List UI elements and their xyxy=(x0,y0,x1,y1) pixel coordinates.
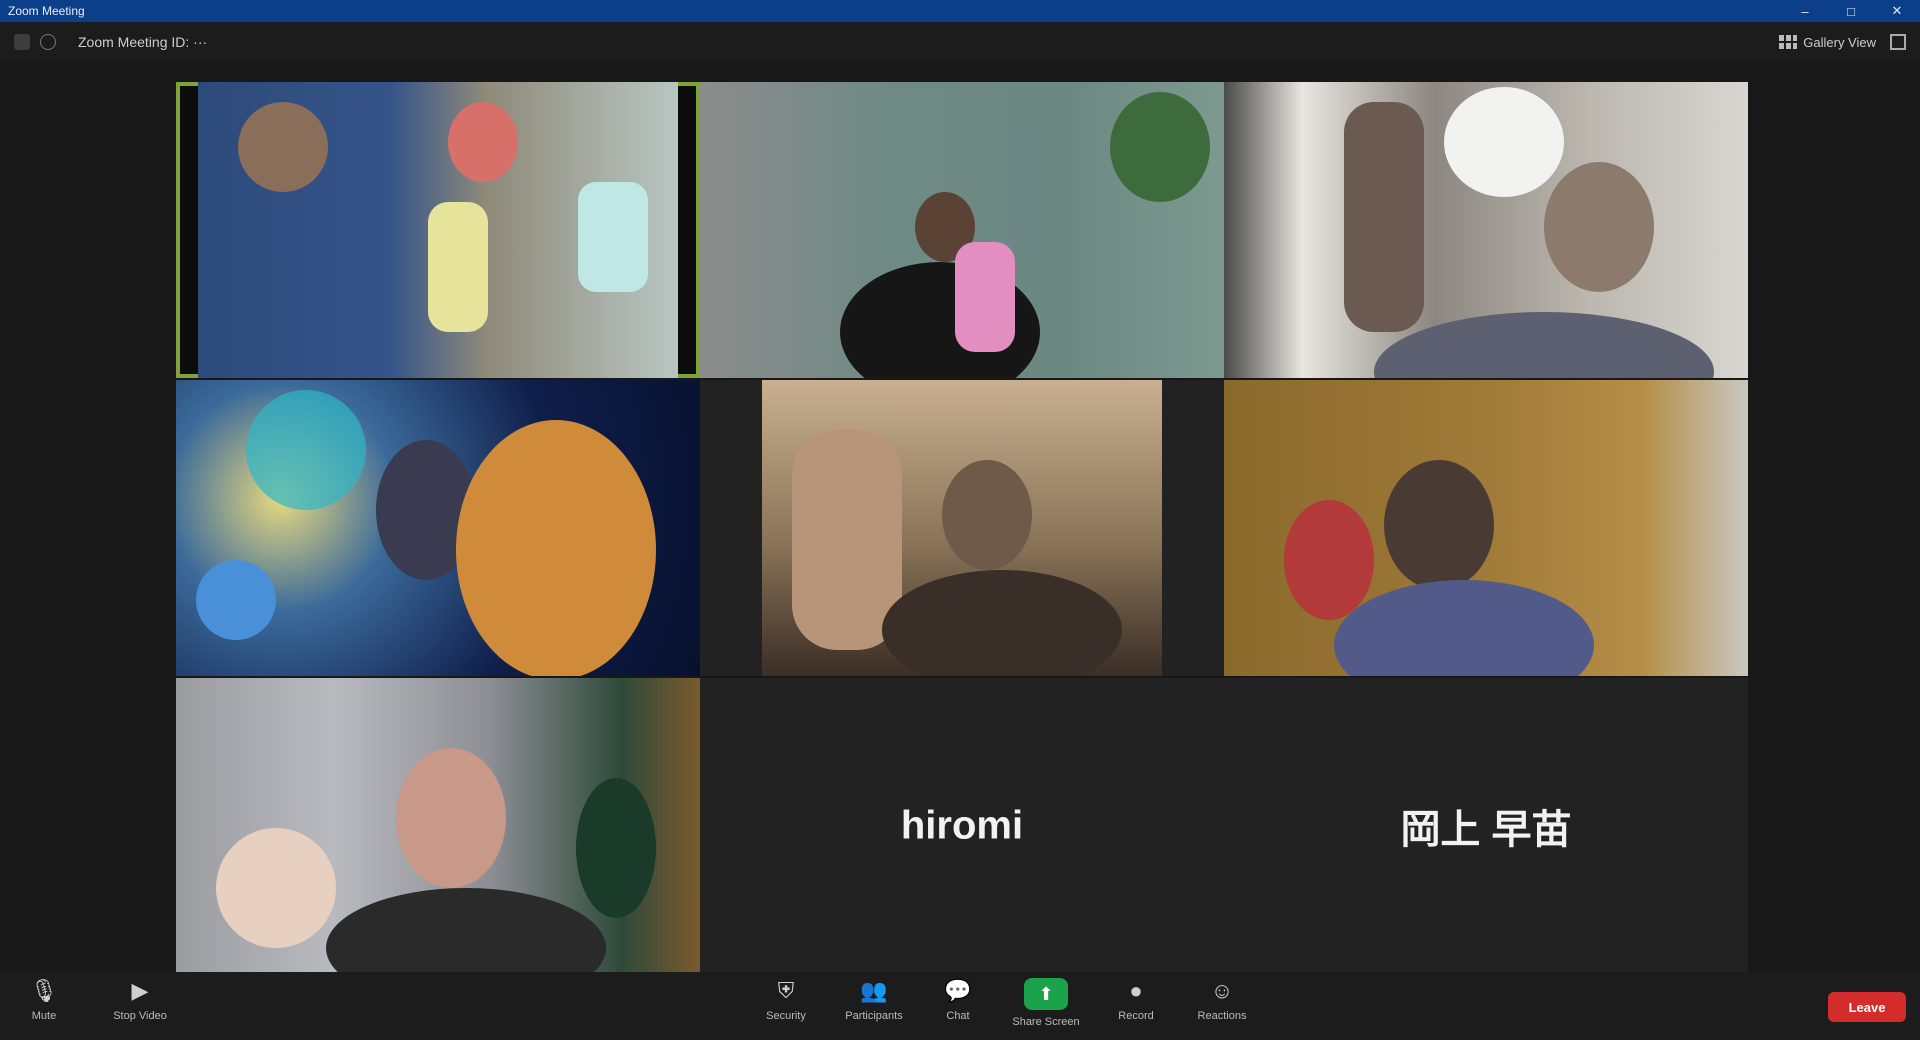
participant-video xyxy=(1224,82,1748,378)
participant-name-placeholder: 岡上 早苗 xyxy=(1400,808,1572,852)
record-label: Record xyxy=(1118,1010,1154,1022)
grid-view-icon xyxy=(1779,35,1798,49)
share-screen-label: Share Screen xyxy=(1012,1016,1080,1028)
participant-tile-video-off[interactable]: hiromi xyxy=(700,678,1224,974)
participant-tile[interactable] xyxy=(176,380,700,676)
meeting-controls-toolbar: 🎙 Mute ▶ Stop Video ⛨ Security 👥 Partici… xyxy=(0,972,1920,1040)
window-titlebar: Zoom Meeting – □ ✕ xyxy=(0,0,1920,22)
meeting-topbar: Zoom Meeting ID: ··· Gallery View xyxy=(0,22,1920,62)
participant-tile[interactable] xyxy=(1224,380,1748,676)
security-button[interactable]: ⛨ Security xyxy=(754,978,818,1036)
participant-tile[interactable] xyxy=(700,82,1224,378)
reactions-button[interactable]: ☺ Reactions xyxy=(1190,978,1254,1036)
mute-button[interactable]: 🎙 Mute xyxy=(12,978,76,1036)
chat-label: Chat xyxy=(946,1010,970,1022)
participant-name-placeholder: hiromi xyxy=(900,803,1024,848)
security-label: Security xyxy=(766,1010,806,1022)
participant-video xyxy=(198,82,678,378)
video-gallery: hiromi 岡上 早苗 xyxy=(0,62,1920,974)
participant-video xyxy=(176,678,700,974)
participant-tile[interactable] xyxy=(700,380,1224,676)
reactions-label: Reactions xyxy=(1197,1010,1247,1022)
participant-tile-active-speaker[interactable] xyxy=(176,82,700,378)
chat-bubble-icon: 💬 xyxy=(944,978,972,1003)
mic-icon: 🎙 xyxy=(30,978,58,1003)
encryption-shield-icon[interactable] xyxy=(14,34,30,50)
chat-button[interactable]: 💬 Chat xyxy=(926,978,990,1036)
smiley-icon: ☺ xyxy=(1210,978,1234,1003)
people-icon: 👥 xyxy=(860,978,888,1003)
gallery-view-button[interactable]: Gallery View xyxy=(1779,35,1876,50)
window-controls: – □ ✕ xyxy=(1782,0,1920,22)
stop-video-label: Stop Video xyxy=(113,1010,167,1022)
record-icon: ● xyxy=(1129,978,1143,1003)
maximize-button[interactable]: □ xyxy=(1828,0,1874,22)
participant-video xyxy=(1224,380,1748,676)
shield-icon: ⛨ xyxy=(777,978,795,1003)
participant-tile[interactable] xyxy=(1224,82,1748,378)
meeting-title: Zoom Meeting ID: ··· xyxy=(78,34,208,50)
participant-video xyxy=(762,380,1162,676)
participant-video xyxy=(176,380,700,676)
record-button[interactable]: ● Record xyxy=(1104,978,1168,1036)
meeting-info-icon[interactable] xyxy=(40,34,56,50)
window-title: Zoom Meeting xyxy=(8,4,85,18)
participants-button[interactable]: 👥 Participants xyxy=(838,978,910,1036)
participant-tile-video-off[interactable]: 岡上 早苗 xyxy=(1224,678,1748,974)
topbar-right: Gallery View xyxy=(1779,34,1906,50)
fullscreen-icon[interactable] xyxy=(1890,34,1906,50)
share-arrow-icon: ⬆ xyxy=(1024,978,1068,1010)
minimize-button[interactable]: – xyxy=(1782,0,1828,22)
stop-video-button[interactable]: ▶ Stop Video xyxy=(100,978,180,1036)
video-camera-icon: ▶ xyxy=(131,978,149,1003)
view-label: Gallery View xyxy=(1803,34,1876,50)
mute-label: Mute xyxy=(31,1010,57,1022)
participant-video xyxy=(700,82,1224,378)
leave-meeting-button[interactable]: Leave xyxy=(1828,992,1906,1022)
participants-label: Participants xyxy=(845,1010,903,1022)
share-screen-button[interactable]: ⬆ Share Screen xyxy=(1004,978,1088,1036)
participant-tile[interactable] xyxy=(176,678,700,974)
close-button[interactable]: ✕ xyxy=(1874,0,1920,22)
